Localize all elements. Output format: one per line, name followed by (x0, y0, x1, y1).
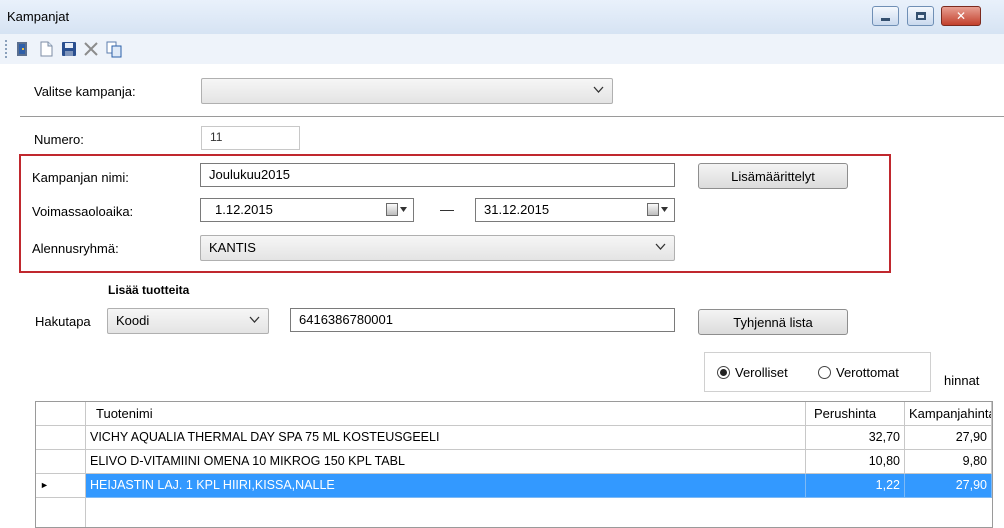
toolbar (0, 34, 1004, 64)
kampanjat-window: Kampanjat ✕ Valitse kampanja: Numero: 11… (0, 0, 1004, 528)
table-row[interactable]: ELIVO D-VITAMIINI OMENA 10 MIKROG 150 KP… (36, 450, 992, 474)
base-price-cell[interactable]: 32,70 (806, 426, 905, 450)
content-area: Valitse kampanja: Numero: 11 Kampanjan n… (0, 64, 1004, 528)
voimassaoloaika-label: Voimassaoloaika: (32, 204, 134, 219)
radio-selected-icon (717, 366, 730, 379)
copy-icon[interactable] (105, 40, 123, 58)
row-header-empty (36, 498, 86, 527)
close-button[interactable]: ✕ (941, 6, 981, 26)
grid-empty-area (36, 498, 992, 527)
numero-label: Numero: (34, 132, 84, 147)
column-header-kampanjahinta[interactable]: Kampanjahinta (905, 402, 992, 426)
start-date-value: 1.12.2015 (215, 202, 273, 217)
row-header-corner (36, 402, 86, 426)
row-indicator-icon[interactable]: ► (36, 474, 86, 498)
chevron-down-icon (655, 243, 666, 250)
valitse-kampanja-label: Valitse kampanja: (34, 84, 136, 99)
minimize-icon (881, 17, 890, 21)
column-header-perushinta[interactable]: Perushinta (806, 402, 905, 426)
chevron-down-icon (593, 86, 604, 93)
new-document-icon[interactable] (37, 40, 55, 58)
calendar-dropdown-icon[interactable] (647, 203, 668, 216)
table-row-selected[interactable]: ► HEIJASTIN LAJ. 1 KPL HIIRI,KISSA,NALLE… (36, 474, 992, 498)
column-header-tuotenimi[interactable]: Tuotenimi (86, 402, 806, 426)
lisaa-tuotteita-heading: Lisää tuotteita (108, 283, 190, 297)
grid-header-row: Tuotenimi Perushinta Kampanjahinta (36, 402, 992, 426)
minimize-button[interactable] (872, 6, 899, 26)
hakutapa-label: Hakutapa (35, 314, 91, 329)
price-mode-group: Verolliset Verottomat (704, 352, 931, 392)
kampanjan-nimi-input[interactable]: Joulukuu2015 (200, 163, 675, 187)
end-date-picker[interactable]: 31.12.2015 (475, 198, 675, 222)
end-date-value: 31.12.2015 (484, 202, 550, 217)
row-header[interactable] (36, 450, 86, 474)
maximize-button[interactable] (907, 6, 934, 26)
base-price-cell[interactable]: 1,22 (806, 474, 905, 498)
delete-x-icon[interactable] (82, 40, 100, 58)
title-bar: Kampanjat ✕ (0, 0, 1004, 34)
calendar-dropdown-icon[interactable] (386, 203, 407, 216)
toolbar-grip (5, 40, 7, 58)
radio-verottomat[interactable]: Verottomat (818, 365, 899, 380)
separator (20, 116, 1004, 117)
date-range-dash (440, 210, 454, 211)
numero-field[interactable]: 11 (201, 126, 300, 150)
maximize-icon (915, 12, 926, 20)
product-grid: Tuotenimi Perushinta Kampanjahinta VICHY… (35, 401, 993, 528)
product-name-cell[interactable]: HEIJASTIN LAJ. 1 KPL HIIRI,KISSA,NALLE (86, 474, 806, 498)
kampanjan-nimi-label: Kampanjan nimi: (32, 170, 129, 185)
exit-door-icon[interactable] (14, 40, 32, 58)
radio-verottomat-label: Verottomat (836, 365, 899, 380)
start-date-picker[interactable]: 1.12.2015 (200, 198, 414, 222)
radio-unselected-icon (818, 366, 831, 379)
campaign-price-cell[interactable]: 27,90 (905, 426, 992, 450)
save-disk-icon[interactable] (60, 40, 78, 58)
campaign-price-cell[interactable]: 27,90 (905, 474, 992, 498)
lisamaarittelyt-button[interactable]: Lisämäärittelyt (698, 163, 848, 189)
hakutapa-value: Koodi (116, 313, 150, 328)
alennusryhma-value: KANTIS (209, 240, 256, 255)
campaign-price-cell[interactable]: 9,80 (905, 450, 992, 474)
close-icon: ✕ (955, 9, 967, 23)
radio-verolliset[interactable]: Verolliset (717, 365, 788, 380)
alennusryhma-label: Alennusryhmä: (32, 241, 119, 256)
table-row[interactable]: VICHY AQUALIA THERMAL DAY SPA 75 ML KOST… (36, 426, 992, 450)
chevron-down-icon (249, 316, 260, 323)
tyhjenna-lista-button[interactable]: Tyhjennä lista (698, 309, 848, 335)
hinnat-label: hinnat (944, 373, 980, 388)
alennusryhma-select[interactable]: KANTIS (200, 235, 675, 261)
product-name-cell[interactable]: VICHY AQUALIA THERMAL DAY SPA 75 ML KOST… (86, 426, 806, 450)
base-price-cell[interactable]: 10,80 (806, 450, 905, 474)
valitse-kampanja-select[interactable] (201, 78, 613, 104)
radio-verolliset-label: Verolliset (735, 365, 788, 380)
hakutapa-select[interactable]: Koodi (107, 308, 269, 334)
product-name-cell[interactable]: ELIVO D-VITAMIINI OMENA 10 MIKROG 150 KP… (86, 450, 806, 474)
product-code-input[interactable]: 6416386780001 (290, 308, 675, 332)
window-title: Kampanjat (7, 9, 70, 24)
row-header[interactable] (36, 426, 86, 450)
